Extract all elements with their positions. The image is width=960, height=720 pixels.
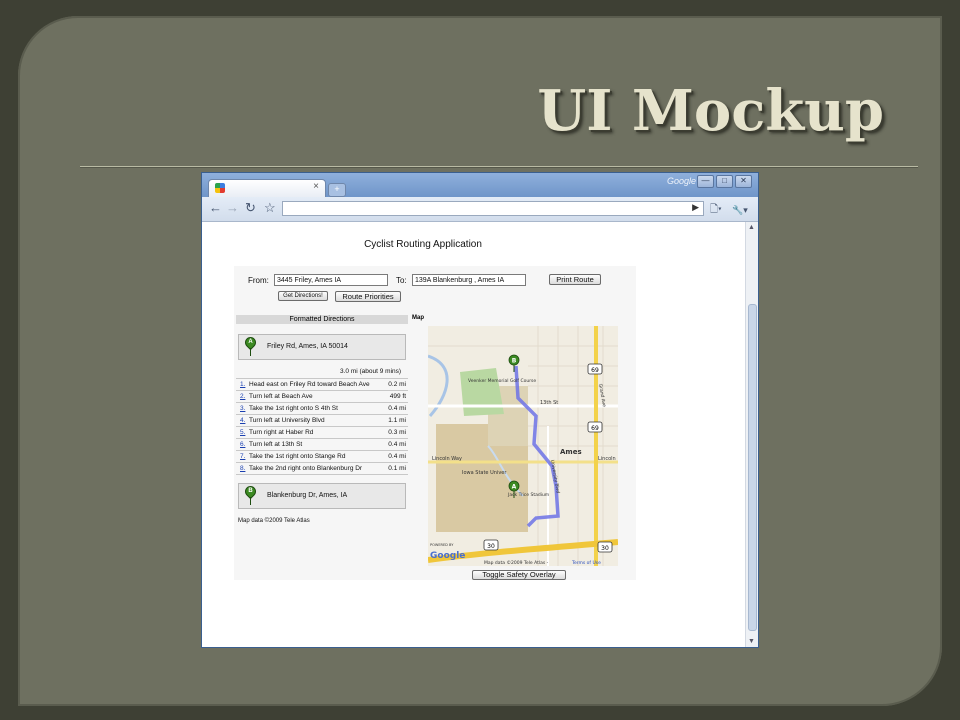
browser-toolbar: ← → ↻ ☆ ▶ 🗋▾ 🔧▾ xyxy=(202,197,758,222)
step-distance: 0.3 mi xyxy=(388,429,406,436)
step-number-link[interactable]: 4. xyxy=(240,415,245,426)
hwy-30-label-a: 30 xyxy=(487,543,495,550)
window-controls: — □ ✕ xyxy=(697,175,752,188)
title-divider xyxy=(80,166,918,167)
step-distance: 1.1 mi xyxy=(388,417,406,424)
close-window-button[interactable]: ✕ xyxy=(735,175,752,188)
step-distance: 499 ft xyxy=(389,393,406,400)
end-address: Blankenburg Dr, Ames, IA xyxy=(267,492,348,499)
step-distance: 0.1 mi xyxy=(388,465,406,472)
directions-header: Formatted Directions xyxy=(236,315,408,324)
wrench-menu-icon[interactable]: 🔧▾ xyxy=(732,203,748,217)
hwy-69-label-a: 69 xyxy=(591,367,599,374)
scrollbar-thumb[interactable] xyxy=(748,304,757,631)
from-input[interactable]: 3445 Friley, Ames IA xyxy=(274,274,388,286)
step-number-link[interactable]: 2. xyxy=(240,391,245,402)
directions-steps: 1. Head east on Friley Rd toward Beach A… xyxy=(236,378,408,475)
list-item: 3. Take the 1st right onto S 4th St 0.4 … xyxy=(236,402,408,414)
step-text: Turn left at Beach Ave xyxy=(249,393,313,400)
svg-text:A: A xyxy=(512,484,517,491)
marker-b-tail xyxy=(250,497,251,505)
step-text: Take the 2nd right onto Blankenburg Dr xyxy=(249,465,363,472)
reload-icon[interactable]: ↻ xyxy=(245,201,256,215)
end-waypoint: B Blankenburg Dr, Ames, IA xyxy=(238,483,406,509)
marker-a-tail xyxy=(250,348,251,356)
step-number-link[interactable]: 6. xyxy=(240,439,245,450)
browser-window: × + Google — □ ✕ ← → ↻ ☆ ▶ 🗋▾ 🔧▾ Cyclist… xyxy=(201,172,759,648)
toggle-safety-overlay-button[interactable]: Toggle Safety Overlay xyxy=(472,570,566,580)
new-tab-button[interactable]: + xyxy=(328,183,346,197)
golf-course-label: Veenker Memorial Golf Course xyxy=(468,378,536,384)
go-arrow-icon[interactable]: ▶ xyxy=(692,202,699,213)
google-logo: Google xyxy=(430,551,465,561)
step-distance: 0.4 mi xyxy=(388,441,406,448)
browser-brand: Google xyxy=(666,176,696,186)
start-waypoint: A Friley Rd, Ames, IA 50014 xyxy=(238,334,406,360)
scroll-up-icon[interactable]: ▲ xyxy=(748,224,755,231)
thirteenth-st-label: 13th St xyxy=(540,400,558,406)
list-item: 8. Take the 2nd right onto Blankenburg D… xyxy=(236,462,408,475)
ames-label: Ames xyxy=(560,448,582,456)
bookmark-star-icon[interactable]: ☆ xyxy=(264,201,276,215)
step-distance: 0.4 mi xyxy=(388,453,406,460)
browser-titlebar: × + Google — □ ✕ xyxy=(202,173,758,197)
step-text: Turn right at Haber Rd xyxy=(249,429,314,436)
list-item: 2. Turn left at Beach Ave 499 ft xyxy=(236,390,408,402)
lincoln-label: Lincoln xyxy=(598,456,616,462)
page-menu-icon[interactable]: 🗋▾ xyxy=(710,203,722,217)
route-priorities-button[interactable]: Route Priorities xyxy=(335,291,401,302)
tab-close-icon[interactable]: × xyxy=(313,181,319,192)
minimize-button[interactable]: — xyxy=(697,175,714,188)
terms-link: Terms of Use xyxy=(571,560,601,566)
step-number-link[interactable]: 7. xyxy=(240,451,245,462)
page-content: Cyclist Routing Application From: 3445 F… xyxy=(202,222,746,647)
list-item: 1. Head east on Friley Rd toward Beach A… xyxy=(236,378,408,390)
stadium-label: Jack Trice Stadium xyxy=(507,492,549,498)
svg-text:B: B xyxy=(512,358,517,365)
step-number-link[interactable]: 8. xyxy=(240,463,245,474)
route-summary: 3.0 mi (about 9 mins) xyxy=(340,368,402,375)
step-text: Head east on Friley Rd toward Beach Ave xyxy=(249,381,370,388)
app-title: Cyclist Routing Application xyxy=(364,239,482,250)
step-number-link[interactable]: 3. xyxy=(240,403,245,414)
get-directions-button[interactable]: Get Directions! xyxy=(278,291,328,301)
from-label: From: xyxy=(248,276,269,285)
print-route-button[interactable]: Print Route xyxy=(549,274,601,285)
step-text: Turn left at University Blvd xyxy=(249,417,325,424)
list-item: 4. Turn left at University Blvd 1.1 mi xyxy=(236,414,408,426)
address-bar[interactable]: ▶ xyxy=(282,201,704,216)
hwy-69-label-b: 69 xyxy=(591,425,599,432)
list-item: 6. Turn left at 13th St 0.4 mi xyxy=(236,438,408,450)
start-address: Friley Rd, Ames, IA 50014 xyxy=(267,343,348,350)
forward-arrow-icon[interactable]: → xyxy=(226,201,239,215)
to-label: To: xyxy=(396,276,407,285)
slide-title: UI Mockup xyxy=(537,78,884,144)
step-distance: 0.4 mi xyxy=(388,405,406,412)
favicon-icon xyxy=(215,183,225,193)
route-map[interactable]: 69 69 30 30 Veenker Memorial Golf Course… xyxy=(428,326,618,566)
isu-label: Iowa State Univer xyxy=(462,470,507,476)
list-item: 5. Turn right at Haber Rd 0.3 mi xyxy=(236,426,408,438)
step-distance: 0.2 mi xyxy=(388,381,406,388)
powered-by-label: POWERED BY xyxy=(430,543,454,547)
step-number-link[interactable]: 1. xyxy=(240,379,245,390)
browser-tab[interactable]: × xyxy=(208,179,326,197)
hwy-30-label-b: 30 xyxy=(601,545,609,552)
back-arrow-icon[interactable]: ← xyxy=(209,201,222,215)
lincoln-way-label: Lincoln Way xyxy=(432,456,462,462)
step-text: Take the 1st right onto Stange Rd xyxy=(249,453,346,460)
scroll-down-icon[interactable]: ▼ xyxy=(748,638,755,645)
maximize-button[interactable]: □ xyxy=(716,175,733,188)
step-text: Take the 1st right onto S 4th St xyxy=(249,405,338,412)
vertical-scrollbar[interactable]: ▲ ▼ xyxy=(745,222,758,647)
to-input[interactable]: 139A Blankenburg , Ames IA xyxy=(412,274,526,286)
list-item: 7. Take the 1st right onto Stange Rd 0.4… xyxy=(236,450,408,462)
map-data-note: Map data ©2009 Tele Atlas xyxy=(238,518,310,524)
map-header: Map xyxy=(412,315,424,321)
app-panel: From: 3445 Friley, Ames IA To: 139A Blan… xyxy=(234,266,636,580)
step-number-link[interactable]: 5. xyxy=(240,427,245,438)
map-canvas: 69 69 30 30 Veenker Memorial Golf Course… xyxy=(428,326,618,566)
step-text: Turn left at 13th St xyxy=(249,441,303,448)
map-credit-label: Map data ©2009 Tele Atlas - xyxy=(484,559,549,566)
